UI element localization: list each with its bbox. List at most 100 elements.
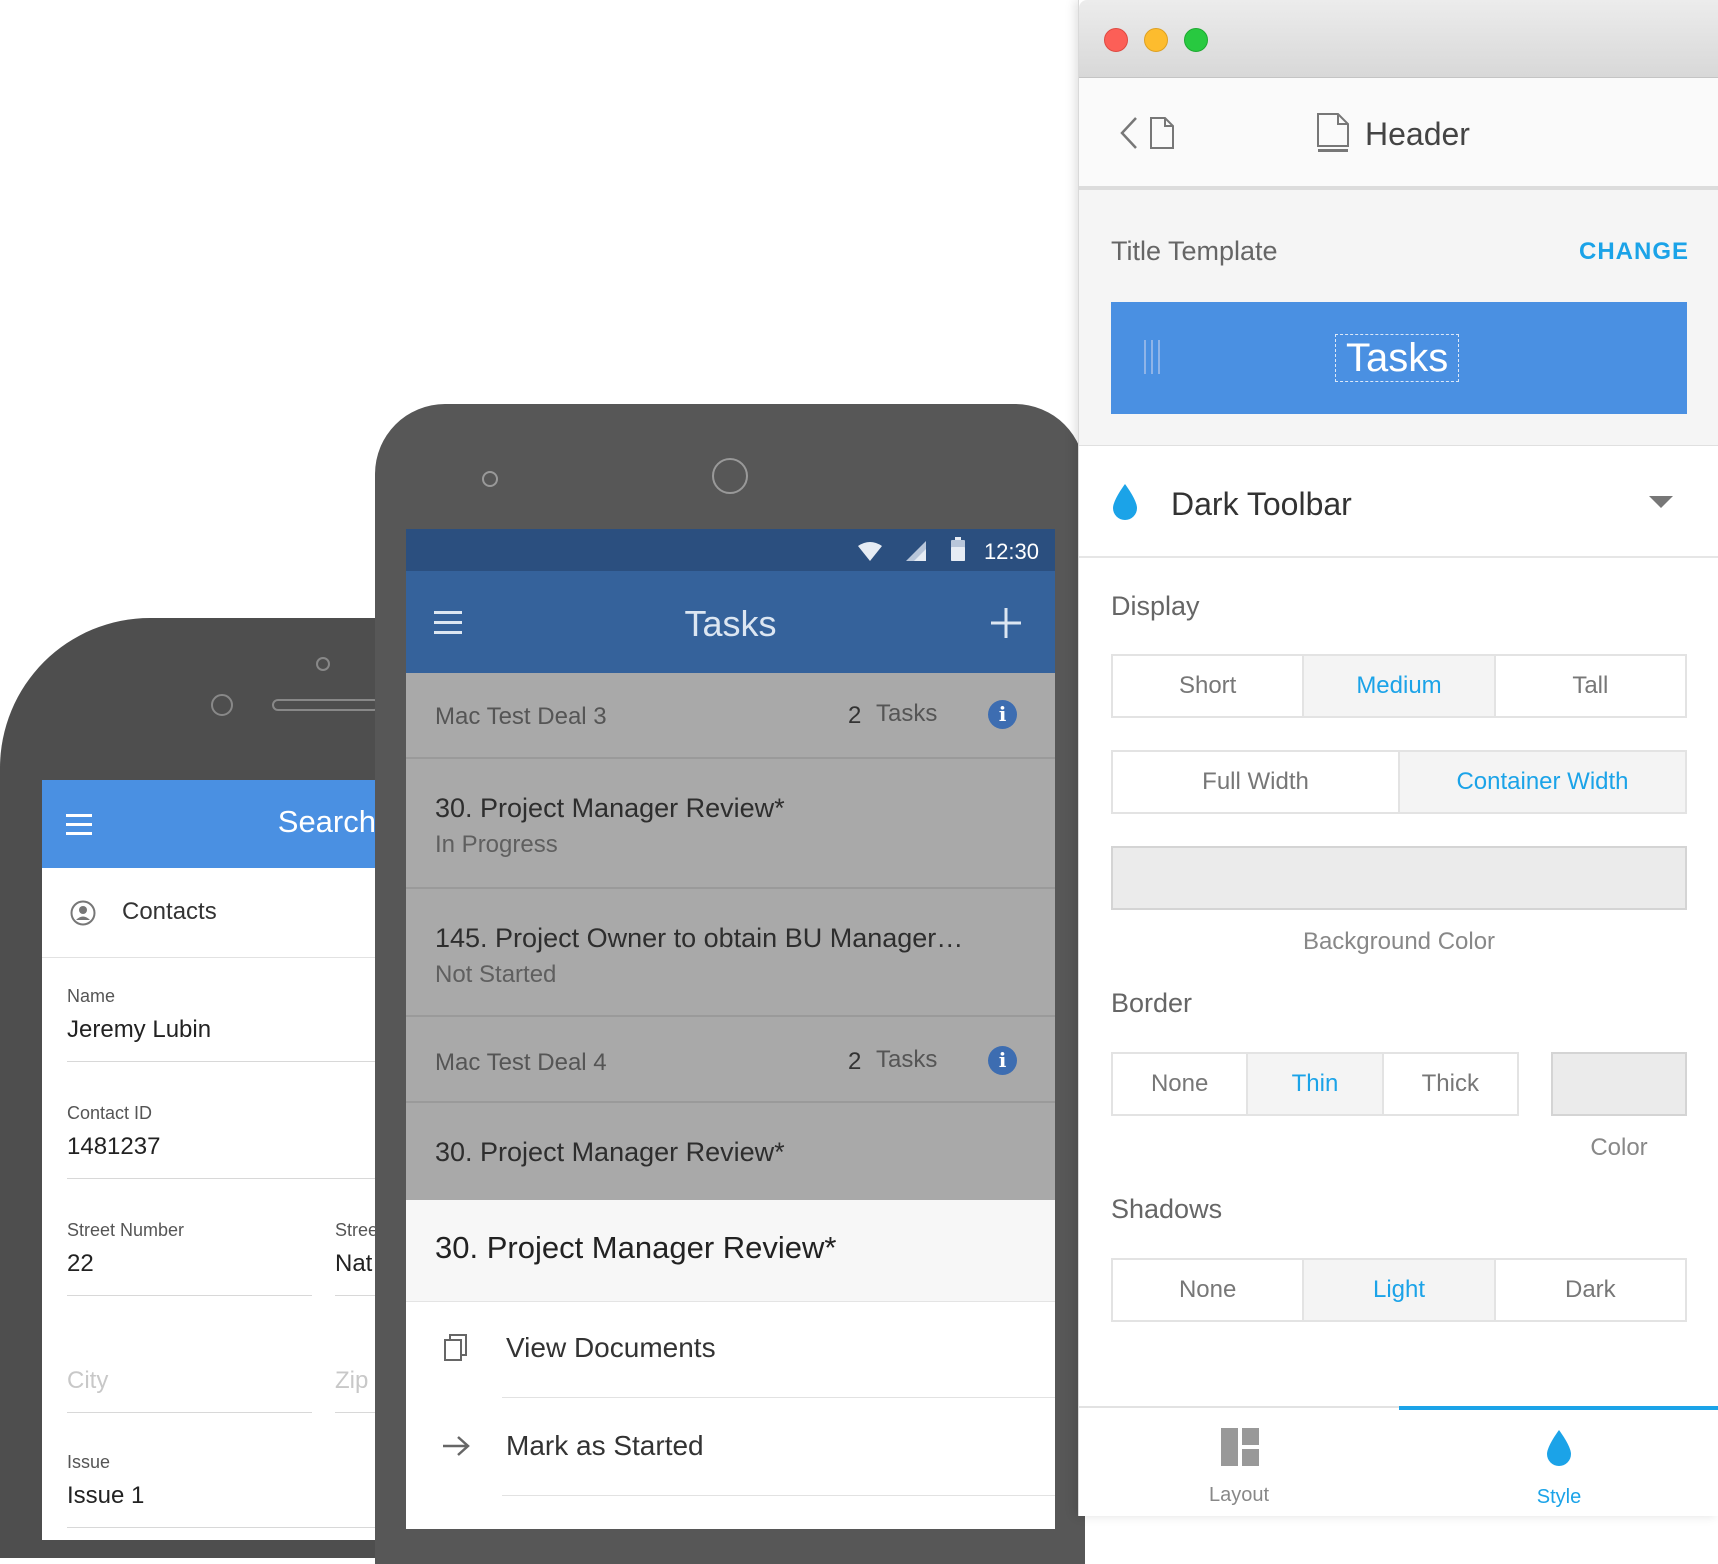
- task-status: Not Started: [435, 961, 557, 988]
- panel-header-title: Header: [1365, 116, 1470, 152]
- issue-value[interactable]: Issue 1: [67, 1482, 144, 1510]
- group-name: Mac Test Deal 4: [435, 1049, 607, 1076]
- iphone-camera: [211, 694, 233, 716]
- title-template-preview[interactable]: Tasks: [1111, 302, 1687, 414]
- group-task-count: 2: [848, 1048, 862, 1075]
- android-sensor: [482, 471, 498, 487]
- action-divider: [502, 1397, 1055, 1398]
- minimize-window-button[interactable]: [1144, 28, 1168, 52]
- change-button[interactable]: CHANGE: [1579, 238, 1689, 266]
- info-icon[interactable]: i: [988, 700, 1017, 729]
- hamburger-menu-icon[interactable]: [66, 814, 92, 836]
- contacts-row[interactable]: Contacts: [42, 868, 380, 958]
- background-color-swatch[interactable]: [1111, 846, 1687, 910]
- street-value[interactable]: Nat: [335, 1250, 372, 1278]
- documents-icon: [444, 1334, 468, 1362]
- arrow-right-icon: [441, 1434, 471, 1458]
- view-documents-action[interactable]: View Documents: [406, 1302, 1055, 1398]
- border-color-swatch[interactable]: [1551, 1052, 1687, 1116]
- width-option-container[interactable]: Container Width: [1400, 752, 1685, 812]
- city-field[interactable]: City: [67, 1367, 108, 1395]
- group-task-count: 2: [848, 702, 862, 729]
- tab-style[interactable]: Style: [1399, 1406, 1718, 1516]
- panel-header: Header: [1079, 78, 1718, 190]
- preview-title-text[interactable]: Tasks: [1335, 334, 1460, 382]
- height-option-medium[interactable]: Medium: [1304, 656, 1496, 716]
- width-segmented-control: Full Width Container Width: [1111, 750, 1687, 814]
- close-window-button[interactable]: [1104, 28, 1128, 52]
- tab-layout-label: Layout: [1208, 1484, 1270, 1506]
- status-bar: 12:30: [406, 529, 1055, 571]
- action-label: Mark as Started: [506, 1430, 704, 1461]
- chevron-down-icon[interactable]: [1649, 496, 1673, 510]
- layout-icon: [1221, 1428, 1259, 1466]
- contact-id-value[interactable]: 1481237: [67, 1133, 160, 1161]
- title-template-section: Title Template CHANGE Tasks: [1079, 190, 1718, 446]
- street-number-underline: [67, 1295, 312, 1296]
- border-color-label: Color: [1590, 1134, 1648, 1161]
- android-camera: [712, 458, 748, 494]
- shadow-option-dark[interactable]: Dark: [1496, 1260, 1685, 1320]
- border-option-thick[interactable]: Thick: [1384, 1054, 1517, 1114]
- android-screen: 12:30 Tasks Mac Test Deal 3 2 Tasks i 30…: [406, 529, 1055, 1529]
- theme-selector[interactable]: Dark Toolbar: [1079, 446, 1718, 558]
- iphone-device: Search Contacts Name Jeremy Lubin Contac…: [0, 618, 380, 1558]
- info-icon[interactable]: i: [988, 1046, 1017, 1075]
- action-sheet-title: 30. Project Manager Review*: [435, 1230, 837, 1265]
- shadows-label: Shadows: [1111, 1194, 1223, 1224]
- tab-style-label: Style: [1536, 1486, 1582, 1508]
- back-chevron-icon[interactable]: [1119, 116, 1139, 150]
- border-segmented-control: None Thin Thick: [1111, 1052, 1519, 1116]
- style-settings-window: Header Title Template CHANGE Tasks Dark …: [1078, 0, 1718, 1516]
- display-label: Display: [1111, 591, 1200, 621]
- task-row[interactable]: 145. Project Owner to obtain BU Manager……: [406, 889, 1055, 1017]
- height-option-short[interactable]: Short: [1113, 656, 1305, 716]
- street-number-value[interactable]: 22: [67, 1250, 94, 1278]
- tasks-title: Tasks: [684, 603, 777, 644]
- border-option-thin[interactable]: Thin: [1248, 1054, 1384, 1114]
- page-icon[interactable]: [1149, 116, 1175, 150]
- group-header-row[interactable]: Mac Test Deal 3 2 Tasks i: [406, 673, 1055, 759]
- task-title: 145. Project Owner to obtain BU Manager…: [435, 923, 964, 953]
- group-header-row[interactable]: Mac Test Deal 4 2 Tasks i: [406, 1017, 1055, 1103]
- height-option-tall[interactable]: Tall: [1496, 656, 1685, 716]
- shadow-option-light[interactable]: Light: [1304, 1260, 1496, 1320]
- status-time: 12:30: [983, 539, 1039, 564]
- add-icon[interactable]: [991, 608, 1021, 638]
- issue-label: Issue: [67, 1452, 111, 1472]
- action-sheet-header: 30. Project Manager Review*: [406, 1200, 1055, 1302]
- contact-id-label: Contact ID: [67, 1103, 153, 1123]
- title-template-label: Title Template: [1111, 236, 1278, 266]
- search-header: Search: [42, 780, 380, 868]
- group-task-count-label: Tasks: [876, 700, 938, 727]
- header-section-icon: [1316, 112, 1350, 154]
- iphone-side-button: [0, 788, 14, 840]
- task-title: 30. Project Manager Review*: [435, 1137, 785, 1167]
- border-label: Border: [1111, 988, 1193, 1018]
- street-underline: [335, 1295, 380, 1296]
- border-option-none[interactable]: None: [1113, 1054, 1249, 1114]
- tasks-app-bar: Tasks: [406, 571, 1055, 673]
- width-option-full[interactable]: Full Width: [1113, 752, 1400, 812]
- issue-underline: [67, 1527, 380, 1528]
- name-value[interactable]: Jeremy Lubin: [67, 1016, 211, 1044]
- mark-as-started-action[interactable]: Mark as Started: [406, 1400, 1055, 1496]
- search-title: Search: [277, 804, 376, 839]
- drag-handle-icon[interactable]: [1143, 340, 1161, 374]
- city-underline: [67, 1412, 312, 1413]
- window-titlebar[interactable]: [1079, 0, 1718, 78]
- shadow-option-none[interactable]: None: [1113, 1260, 1305, 1320]
- bottom-tab-bar: Layout Style: [1079, 1406, 1718, 1516]
- zip-field[interactable]: Zip: [335, 1367, 368, 1395]
- iphone-side-button: [0, 1010, 14, 1100]
- background-color-label: Background Color: [1302, 928, 1496, 955]
- wifi-icon: [858, 541, 882, 561]
- theme-name: Dark Toolbar: [1171, 486, 1352, 522]
- task-row[interactable]: 30. Project Manager Review* In Progress: [406, 759, 1055, 889]
- iphone-side-button: [0, 900, 14, 990]
- street-label: Stree: [335, 1220, 379, 1240]
- tab-layout[interactable]: Layout: [1079, 1408, 1399, 1518]
- android-device: 12:30 Tasks Mac Test Deal 3 2 Tasks i 30…: [375, 404, 1085, 1564]
- maximize-window-button[interactable]: [1184, 28, 1208, 52]
- iphone-screen: Search Contacts Name Jeremy Lubin Contac…: [42, 780, 380, 1540]
